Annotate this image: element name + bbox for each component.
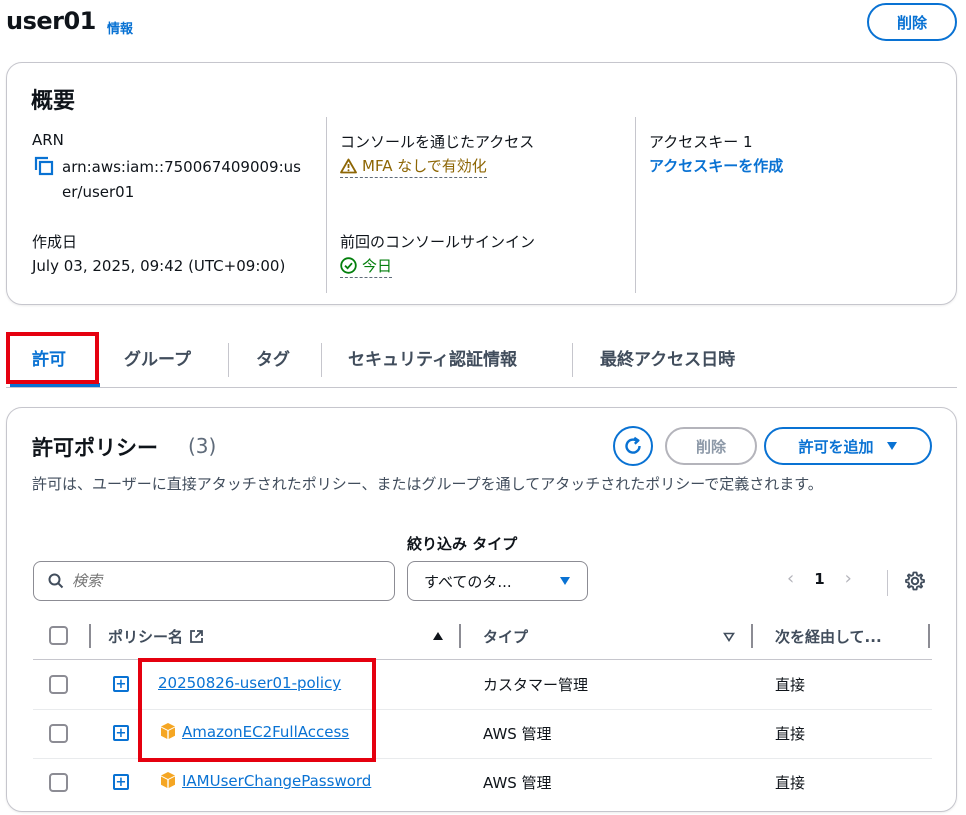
delete-policy-button[interactable]: 削除 [665,427,757,465]
refresh-icon [625,436,641,454]
table-header: ポリシー名 タイプ 次を経由して... [33,614,932,660]
column-divider [635,117,636,293]
summary-title: 概要 [31,89,76,114]
row-checkbox[interactable] [49,773,68,792]
arn-value: arn:aws:iam::750067409009:us er/user01 [62,158,301,201]
last-signin-status[interactable]: 今日 [340,255,393,278]
caret-down-icon [560,577,570,585]
copy-icon[interactable] [34,156,54,176]
search-icon [48,573,64,589]
check-circle-icon [340,257,357,274]
page-title: user01 [6,7,96,35]
column-header-policy-name[interactable]: ポリシー名 [108,626,204,647]
expand-icon[interactable]: + [113,725,129,741]
sort-ascending-icon[interactable] [432,631,444,641]
add-permissions-button[interactable]: 許可を追加 [764,427,932,465]
aws-managed-icon [161,772,175,788]
table-row[interactable]: + IAMUserChangePassword AWS 管理 直接 [33,759,932,808]
sort-icon[interactable] [723,632,735,642]
policy-name-link[interactable]: IAMUserChangePassword [182,772,371,790]
column-separator [751,624,753,648]
summary-panel: 概要 ARN arn:aws:iam::750067409009:us er/u… [6,62,957,305]
pagination: ‹ 1 › [787,568,852,589]
column-header-attached-via[interactable]: 次を経由して... [775,626,882,647]
created-label: 作成日 [32,233,78,251]
pager-separator [887,570,888,596]
console-access-label: コンソールを通じたアクセス [340,133,535,151]
tab-tags[interactable]: タグ [256,345,290,370]
create-access-key-link[interactable]: アクセスキーを作成 [649,155,783,176]
select-all-checkbox[interactable] [49,626,68,645]
previous-page-icon[interactable]: ‹ [787,568,794,589]
type-filter-value: すべてのタ... [424,572,512,591]
tab-groups[interactable]: グループ [124,345,191,370]
tab-separator [228,343,229,377]
row-checkbox[interactable] [49,724,68,743]
gear-icon[interactable] [904,570,926,592]
current-page[interactable]: 1 [814,570,824,588]
expand-icon[interactable]: + [113,774,129,790]
filter-type-label: 絞り込み タイプ [407,535,518,553]
search-field[interactable] [33,561,395,601]
policies-description: 許可は、ユーザーに直接アタッチされたポリシー、またはグループを通してアタッチされ… [32,475,823,493]
tab-separator [321,343,322,377]
expand-icon[interactable]: + [113,676,129,692]
tab-bar: 許可 グループ タグ セキュリティ認証情報 最終アクセス日時 [6,333,957,388]
tab-last-accessed[interactable]: 最終アクセス日時 [600,345,735,370]
access-key-label: アクセスキー 1 [649,133,753,151]
type-filter-select[interactable]: すべてのタ... [407,561,588,601]
arn-label: ARN [32,131,64,149]
column-separator [89,624,91,648]
last-signin-label: 前回のコンソールサインイン [340,233,536,251]
policy-type: カスタマー管理 [483,676,589,694]
attached-via: 直接 [775,774,806,792]
console-access-status[interactable]: MFA なしで有効化 [340,155,487,178]
tab-separator [572,343,573,377]
refresh-button[interactable] [613,426,653,466]
search-input[interactable] [72,572,372,590]
created-value: July 03, 2025, 09:42 (UTC+09:00) [32,257,286,275]
external-link-icon [190,630,203,643]
attached-via: 直接 [775,725,806,743]
warning-icon [340,158,357,173]
policy-type: AWS 管理 [483,725,552,743]
policies-count: (3) [188,434,217,458]
tab-security-credentials[interactable]: セキュリティ認証情報 [348,345,517,370]
next-page-icon[interactable]: › [845,568,852,589]
delete-user-button[interactable]: 削除 [867,3,957,41]
row-checkbox[interactable] [49,675,68,694]
policy-type: AWS 管理 [483,774,552,792]
attached-via: 直接 [775,676,806,694]
policies-title: 許可ポリシー [32,436,158,460]
column-divider [326,117,327,293]
column-header-type[interactable]: タイプ [483,626,528,647]
column-separator [459,624,461,648]
highlight-box [138,658,376,762]
highlight-box [6,332,99,384]
column-separator [928,624,930,648]
caret-down-icon [886,442,897,450]
info-link[interactable]: 情報 [107,18,133,37]
